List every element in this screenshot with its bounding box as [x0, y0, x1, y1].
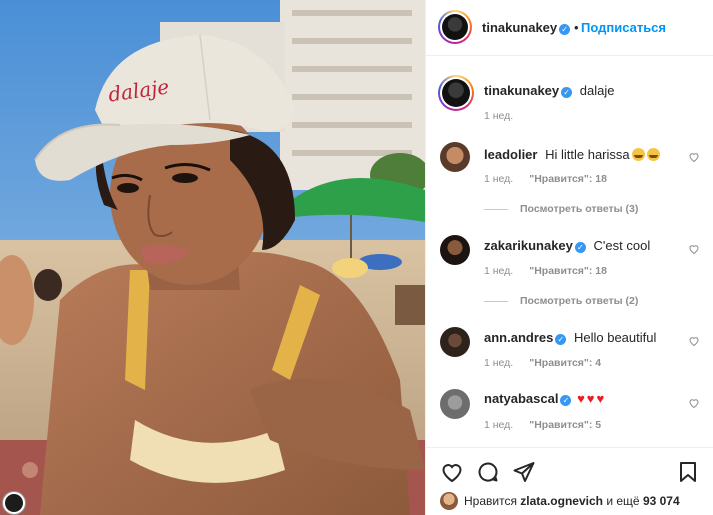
comment-likes[interactable]: "Нравится": 18	[529, 265, 607, 277]
comment-time[interactable]: 1 нед.	[484, 419, 513, 431]
joy-emoji-icon	[646, 148, 660, 161]
heart-icon[interactable]	[688, 397, 700, 409]
comment-avatar[interactable]	[440, 327, 470, 357]
comment-username[interactable]: ann.andres	[484, 330, 553, 345]
header-separator: •	[574, 20, 579, 35]
heart-icon[interactable]	[440, 460, 464, 484]
follow-button[interactable]: Подписаться	[581, 20, 666, 35]
caption-author-avatar[interactable]	[438, 75, 474, 111]
photo-user-avatar[interactable]	[3, 492, 25, 514]
caption-author-username[interactable]: tinakunakey	[484, 83, 559, 98]
likes-count[interactable]: 93 074	[643, 494, 680, 508]
comment-text: zakarikunakey ✓ C'est cool	[484, 238, 651, 253]
heart-icon[interactable]	[688, 151, 700, 163]
red-heart-emoji-icon: ♥	[577, 391, 585, 406]
bookmark-icon[interactable]	[676, 460, 700, 484]
comment-meta: 1 нед. "Нравится": 4	[484, 357, 601, 369]
comment-likes[interactable]: "Нравится": 4	[529, 357, 601, 369]
comment-bubble-icon[interactable]	[476, 460, 500, 484]
replies-divider	[484, 300, 508, 302]
comment-username[interactable]: zakarikunakey	[484, 238, 573, 253]
verified-badge-icon: ✓	[561, 87, 573, 98]
verified-badge-icon: ✓	[574, 242, 586, 253]
joy-emoji-icon	[631, 148, 645, 161]
liker-avatar[interactable]	[440, 492, 458, 510]
paper-plane-icon[interactable]	[512, 460, 536, 484]
caption-time[interactable]: 1 нед.	[484, 110, 513, 122]
comment-time[interactable]: 1 нед.	[484, 173, 513, 185]
comment-avatar[interactable]	[440, 389, 470, 419]
comment-text: leadolier Hi little harissa	[484, 147, 660, 162]
comment-text: natyabascal ✓ ♥ ♥ ♥	[484, 391, 604, 406]
heart-icon[interactable]	[688, 243, 700, 255]
comment-likes[interactable]: "Нравится": 5	[529, 419, 601, 431]
post-sidebar: tinakunakey ✓ • Подписаться tinakunakey ✓ …	[425, 0, 713, 515]
verified-badge-icon: ✓	[559, 24, 571, 35]
comment-username[interactable]: leadolier	[484, 147, 537, 162]
comments-list[interactable]: tinakunakey ✓ dalaje 1 нед. leadolier Hi …	[426, 57, 713, 447]
heart-icon[interactable]	[688, 335, 700, 347]
red-heart-emoji-icon: ♥	[586, 391, 595, 406]
replies-divider	[484, 208, 508, 210]
comment-likes[interactable]: "Нравится": 18	[529, 173, 607, 185]
verified-badge-icon: ✓	[555, 334, 567, 345]
post-header: tinakunakey ✓ • Подписаться	[426, 0, 713, 56]
view-replies-button[interactable]: Посмотреть ответы (3)	[484, 203, 638, 215]
comment-avatar[interactable]	[440, 142, 470, 172]
view-replies-button[interactable]: Посмотреть ответы (2)	[484, 295, 638, 307]
comment-meta: 1 нед. "Нравится": 18	[484, 173, 607, 185]
red-heart-emoji-icon: ♥	[596, 391, 605, 406]
comment-meta: 1 нед. "Нравится": 5	[484, 419, 601, 431]
comment-username[interactable]: natyabascal	[484, 391, 558, 406]
verified-badge-icon: ✓	[560, 395, 572, 406]
comment-avatar[interactable]	[440, 235, 470, 265]
liker-username[interactable]: zlata.ognevich	[520, 494, 603, 508]
caption-text: tinakunakey ✓ dalaje	[484, 83, 615, 98]
post-photo[interactable]: dalaje	[0, 0, 425, 515]
comment-time[interactable]: 1 нед.	[484, 357, 513, 369]
comment-time[interactable]: 1 нед.	[484, 265, 513, 277]
comment-text: ann.andres ✓ Hello beautiful	[484, 330, 657, 345]
author-avatar[interactable]	[438, 10, 472, 44]
comment-meta: 1 нед. "Нравится": 18	[484, 265, 607, 277]
liked-by-summary: Нравится zlata.ognevich и ещё 93 074	[440, 492, 680, 510]
photo-illustration: dalaje	[0, 0, 425, 515]
author-username[interactable]: tinakunakey ✓	[482, 20, 571, 35]
